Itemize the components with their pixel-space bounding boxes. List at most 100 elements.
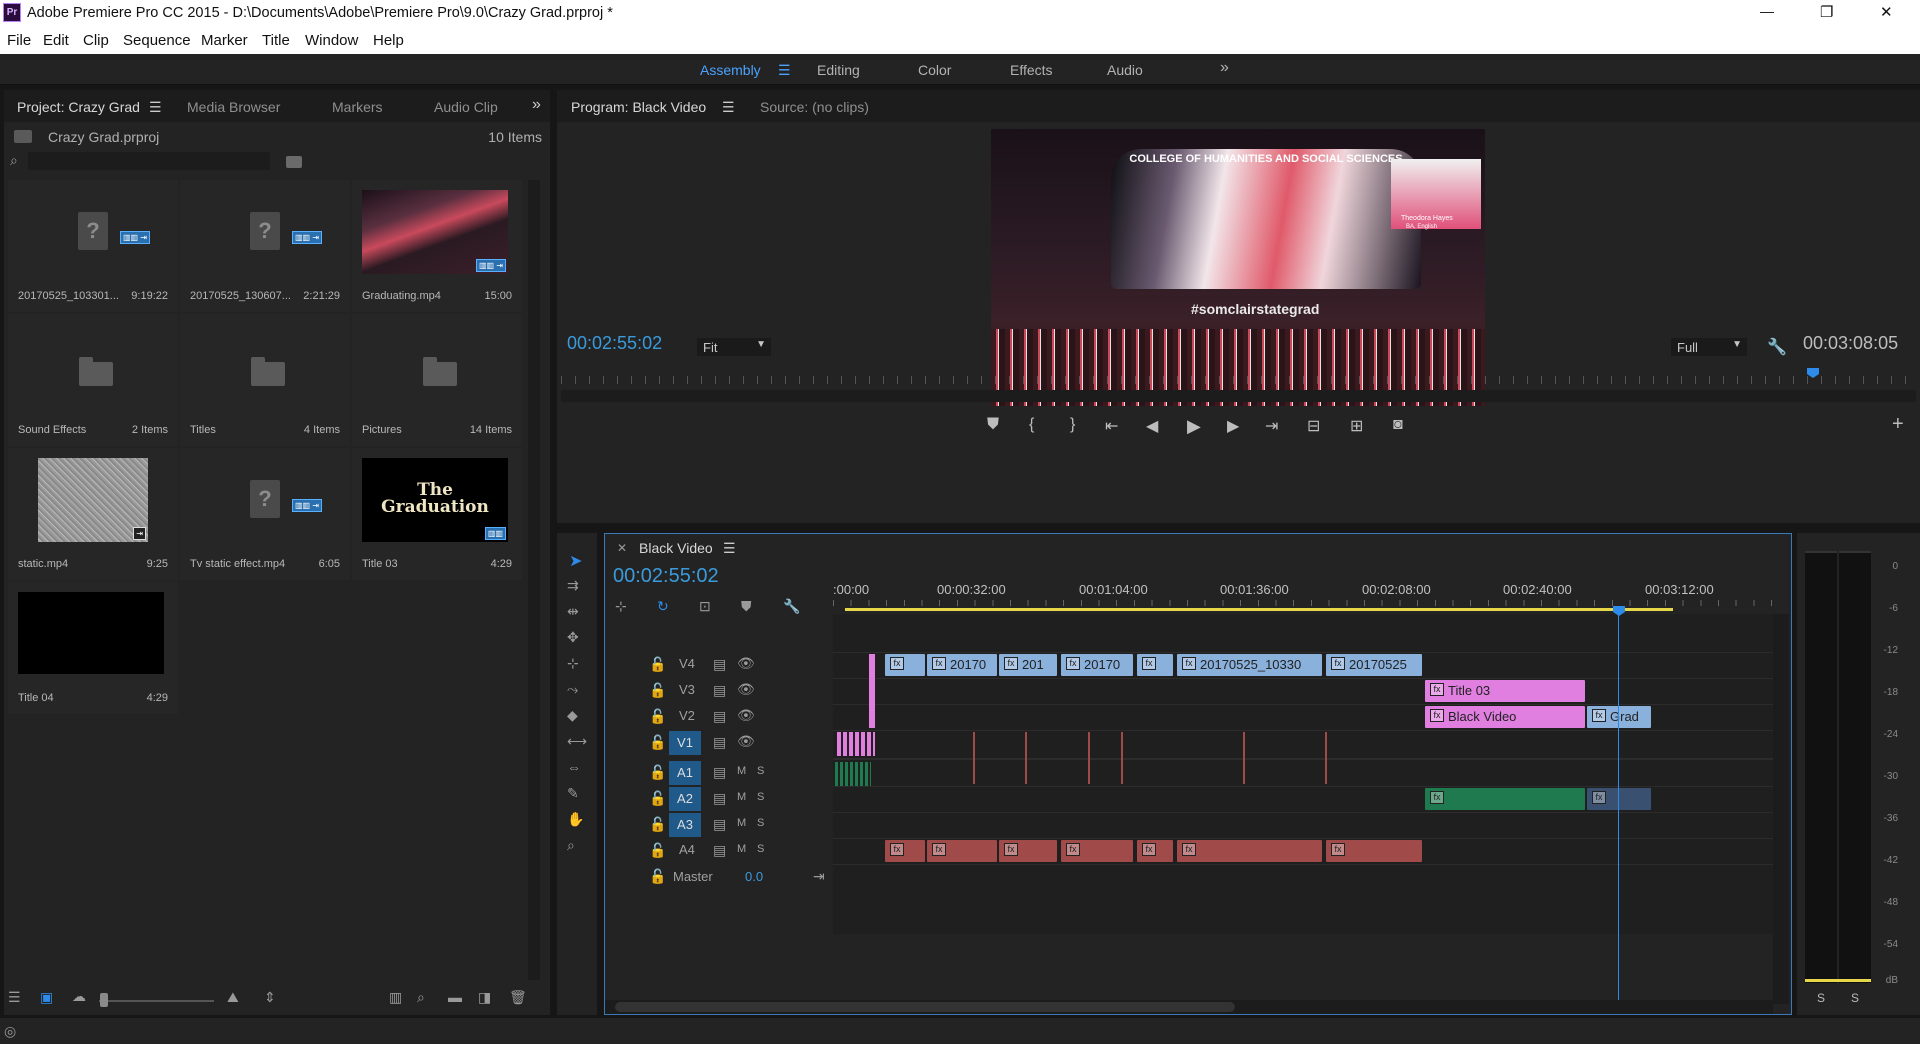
sequence-name-tab[interactable]: Black Video	[639, 540, 713, 556]
workspace-audio[interactable]: Audio	[1107, 62, 1143, 78]
slide-tool-icon[interactable]: ⟷	[567, 733, 587, 750]
pen-icon[interactable]: ✎	[567, 785, 579, 802]
tab-project[interactable]: Project: Crazy Grad	[17, 99, 140, 115]
work-area-bar[interactable]	[845, 608, 1673, 611]
selection-tool-icon[interactable]: ➤	[569, 551, 582, 571]
bin-item[interactable]: ? ▥▥ ⇥ Tv static effect.mp4 6:05	[180, 448, 350, 580]
new-bin-icon[interactable]: ▬	[448, 989, 462, 1005]
track-label-v2[interactable]: V2	[679, 708, 695, 723]
timeline-vertical-scrollbar[interactable]	[1773, 614, 1789, 1004]
clip-a4[interactable]: fx	[999, 840, 1057, 862]
ripple-edit-tool-icon[interactable]: ⇹	[567, 603, 579, 620]
icon-view-icon[interactable]: ▣	[40, 989, 53, 1006]
clip-v3-title[interactable]: fx Title 03	[1425, 680, 1585, 702]
add-marker-icon[interactable]: ⛊	[987, 416, 999, 434]
workspace-effects[interactable]: Effects	[1010, 62, 1053, 78]
track-label-a3[interactable]: A3	[669, 813, 701, 837]
clip-v4[interactable]: fx 20170	[927, 654, 997, 676]
eye-icon[interactable]: 👁	[737, 655, 755, 672]
lock-icon[interactable]: 🔓	[649, 682, 666, 699]
zoom-in-icon[interactable]: ⛰	[227, 989, 239, 1006]
minimize-button[interactable]: —	[1760, 3, 1774, 19]
timeline-settings-icon[interactable]: 🔧	[783, 598, 800, 615]
menu-marker[interactable]: Marker	[201, 32, 248, 49]
sync-lock-icon[interactable]: ▤	[713, 734, 726, 751]
meter-solo-right[interactable]: S	[1851, 991, 1859, 1005]
more-tabs-icon[interactable]: »	[532, 96, 541, 114]
tab-source[interactable]: Source: (no clips)	[760, 99, 869, 115]
tab-program[interactable]: Program: Black Video	[571, 99, 706, 115]
lock-icon[interactable]: 🔓	[649, 708, 666, 725]
eye-icon[interactable]: 👁	[737, 733, 755, 750]
track-label-a2[interactable]: A2	[669, 787, 701, 811]
master-volume[interactable]: 0.0	[745, 869, 763, 884]
clip-a4[interactable]: fx	[885, 840, 925, 862]
workspace-color[interactable]: Color	[918, 62, 951, 78]
linked-selection-icon[interactable]: ⊡	[699, 598, 711, 615]
workspace-editing[interactable]: Editing	[817, 62, 860, 78]
bin-item[interactable]: Titles 4 Items	[180, 314, 350, 446]
monitor-scrollbar[interactable]	[561, 390, 1916, 402]
bin-item[interactable]: Title 04 4:29	[8, 582, 178, 714]
clip-v1-slivers[interactable]	[837, 732, 875, 756]
monitor-time-ruler[interactable]	[561, 368, 1916, 388]
workspace-more-icon[interactable]: »	[1220, 59, 1229, 77]
go-to-end-icon[interactable]: ⇥	[813, 868, 825, 885]
clip-a4[interactable]: fx	[1177, 840, 1322, 862]
trash-icon[interactable]: 🗑	[509, 989, 527, 1006]
bin-item[interactable]: ? ▥▥ ⇥ 20170525_130607... 2:21:29	[180, 180, 350, 312]
clip-v4[interactable]: fx	[1137, 654, 1173, 676]
track-label-a1[interactable]: A1	[669, 761, 701, 785]
menu-title[interactable]: Title	[262, 32, 290, 49]
project-scrollbar[interactable]	[528, 180, 540, 980]
tab-audio-clip[interactable]: Audio Clip	[434, 99, 498, 115]
bin-item[interactable]: The Graduation ▥▥ Title 03 4:29	[352, 448, 522, 580]
workspace-menu-icon[interactable]: ☰	[778, 62, 791, 79]
step-back-icon[interactable]: ◀	[1146, 416, 1158, 436]
step-forward-icon[interactable]: ▶	[1227, 416, 1239, 436]
go-to-out-icon[interactable]: ⇥	[1265, 416, 1278, 436]
workspace-assembly[interactable]: Assembly	[700, 62, 761, 78]
mute-button[interactable]: M	[737, 843, 746, 855]
mark-out-icon[interactable]: }	[1070, 416, 1075, 434]
timeline-timecode[interactable]: 00:02:55:02	[613, 565, 719, 588]
sync-lock-icon[interactable]: ▤	[713, 816, 726, 833]
new-search-bin-icon[interactable]	[286, 156, 302, 168]
panel-menu-icon[interactable]: ☰	[723, 540, 736, 557]
solo-button[interactable]: S	[757, 843, 764, 855]
automate-to-sequence-icon[interactable]: ▥	[389, 989, 402, 1006]
time-ruler[interactable]: :00:00 00:00:32:00 00:01:04:00 00:01:36:…	[833, 570, 1773, 614]
lock-icon[interactable]: 🔓	[649, 842, 666, 859]
clip-a4[interactable]: fx	[927, 840, 997, 862]
close-sequence-icon[interactable]: ✕	[617, 541, 627, 555]
timeline-scroll-thumb[interactable]	[615, 1002, 1235, 1012]
clip-v2-grad[interactable]: fx Grad	[1587, 706, 1651, 728]
bin-item[interactable]: Pictures 14 Items	[352, 314, 522, 446]
clip-a2[interactable]: fx	[1425, 788, 1585, 810]
clip-a4[interactable]: fx	[1137, 840, 1173, 862]
menu-sequence[interactable]: Sequence	[123, 32, 191, 49]
track-label-a4[interactable]: A4	[679, 842, 695, 857]
sort-icon[interactable]: ⇕	[264, 989, 276, 1006]
lock-icon[interactable]: 🔓	[649, 764, 666, 781]
lock-icon[interactable]: 🔓	[649, 816, 666, 833]
solo-button[interactable]: S	[757, 817, 764, 829]
sync-lock-icon[interactable]: ▤	[713, 790, 726, 807]
snap-icon[interactable]: ↻	[657, 598, 669, 615]
sync-lock-icon[interactable]: ▤	[713, 708, 726, 725]
zoom-slider[interactable]	[99, 1000, 214, 1002]
clip-v4[interactable]: fx	[885, 654, 925, 676]
freeform-view-icon[interactable]: ☁	[72, 988, 86, 1005]
nest-toggle-icon[interactable]: ⊹	[615, 598, 627, 615]
wrench-icon[interactable]: 🔧	[1767, 337, 1787, 357]
tab-media-browser[interactable]: Media Browser	[187, 99, 280, 115]
mark-in-icon[interactable]: {	[1029, 416, 1034, 434]
clip-a4[interactable]: fx	[1061, 840, 1133, 862]
add-marker-icon[interactable]: ⛊	[741, 598, 752, 615]
quality-select[interactable]: Full ▼	[1671, 338, 1747, 356]
sync-lock-icon[interactable]: ▤	[713, 682, 726, 699]
list-view-icon[interactable]: ☰	[8, 989, 21, 1006]
clip-a1-slivers[interactable]	[835, 762, 871, 786]
mute-button[interactable]: M	[737, 791, 746, 803]
lock-icon[interactable]: 🔓	[649, 656, 666, 673]
